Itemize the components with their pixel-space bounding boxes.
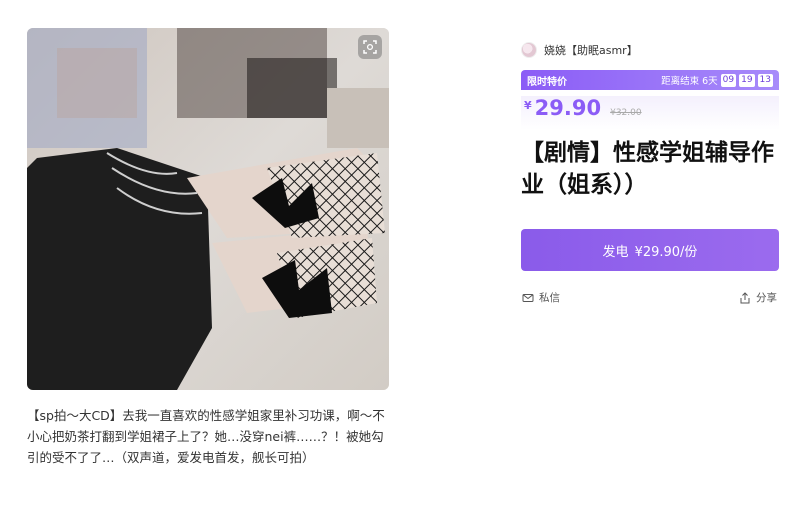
- currency-symbol: ¥: [524, 99, 532, 112]
- message-label: 私信: [539, 292, 560, 304]
- product-photo-illustration: [27, 28, 389, 390]
- share-button[interactable]: 分享: [739, 290, 777, 305]
- zoom-icon: [363, 40, 377, 54]
- countdown: 距离结束 6天 09 19 13: [661, 73, 773, 87]
- share-icon: [740, 291, 750, 303]
- creator-name: 娆娆【助眠asmr】: [544, 44, 638, 57]
- price-row: ¥ 29.90 ¥32.00: [521, 96, 779, 130]
- product-image[interactable]: [27, 28, 389, 390]
- countdown-minutes: 19: [739, 73, 755, 87]
- mail-icon: [522, 293, 534, 302]
- creator-info[interactable]: 娆娆【助眠asmr】: [521, 42, 638, 58]
- buy-price: ¥29.90/份: [634, 244, 698, 260]
- countdown-hours: 09: [720, 73, 737, 87]
- product-description: 【sp拍～大CD】去我一直喜欢的性感学姐家里补习功课，啊～不小心把奶茶打翻到学姐…: [27, 408, 385, 465]
- product-page: 【sp拍～大CD】去我一直喜欢的性感学姐家里补习功课，啊～不小心把奶茶打翻到学姐…: [0, 0, 800, 505]
- message-button[interactable]: 私信: [522, 290, 560, 305]
- buy-button[interactable]: 发电 ¥29.90/份: [521, 229, 779, 271]
- share-label: 分享: [756, 292, 777, 304]
- original-price: ¥32.00: [610, 108, 642, 118]
- zoom-button[interactable]: [358, 35, 382, 59]
- promo-label: 限时特价: [527, 76, 567, 88]
- product-title: 【剧情】性感学姐辅导作业（姐系））: [521, 140, 774, 198]
- price: 29.90: [534, 96, 602, 120]
- promo-banner: 限时特价 距离结束 6天 09 19 13: [521, 70, 779, 90]
- countdown-label: 距离结束: [661, 76, 700, 87]
- countdown-seconds: 13: [757, 73, 773, 87]
- countdown-days: 6天: [702, 76, 718, 87]
- avatar: [521, 42, 537, 58]
- buy-label: 发电: [602, 244, 629, 260]
